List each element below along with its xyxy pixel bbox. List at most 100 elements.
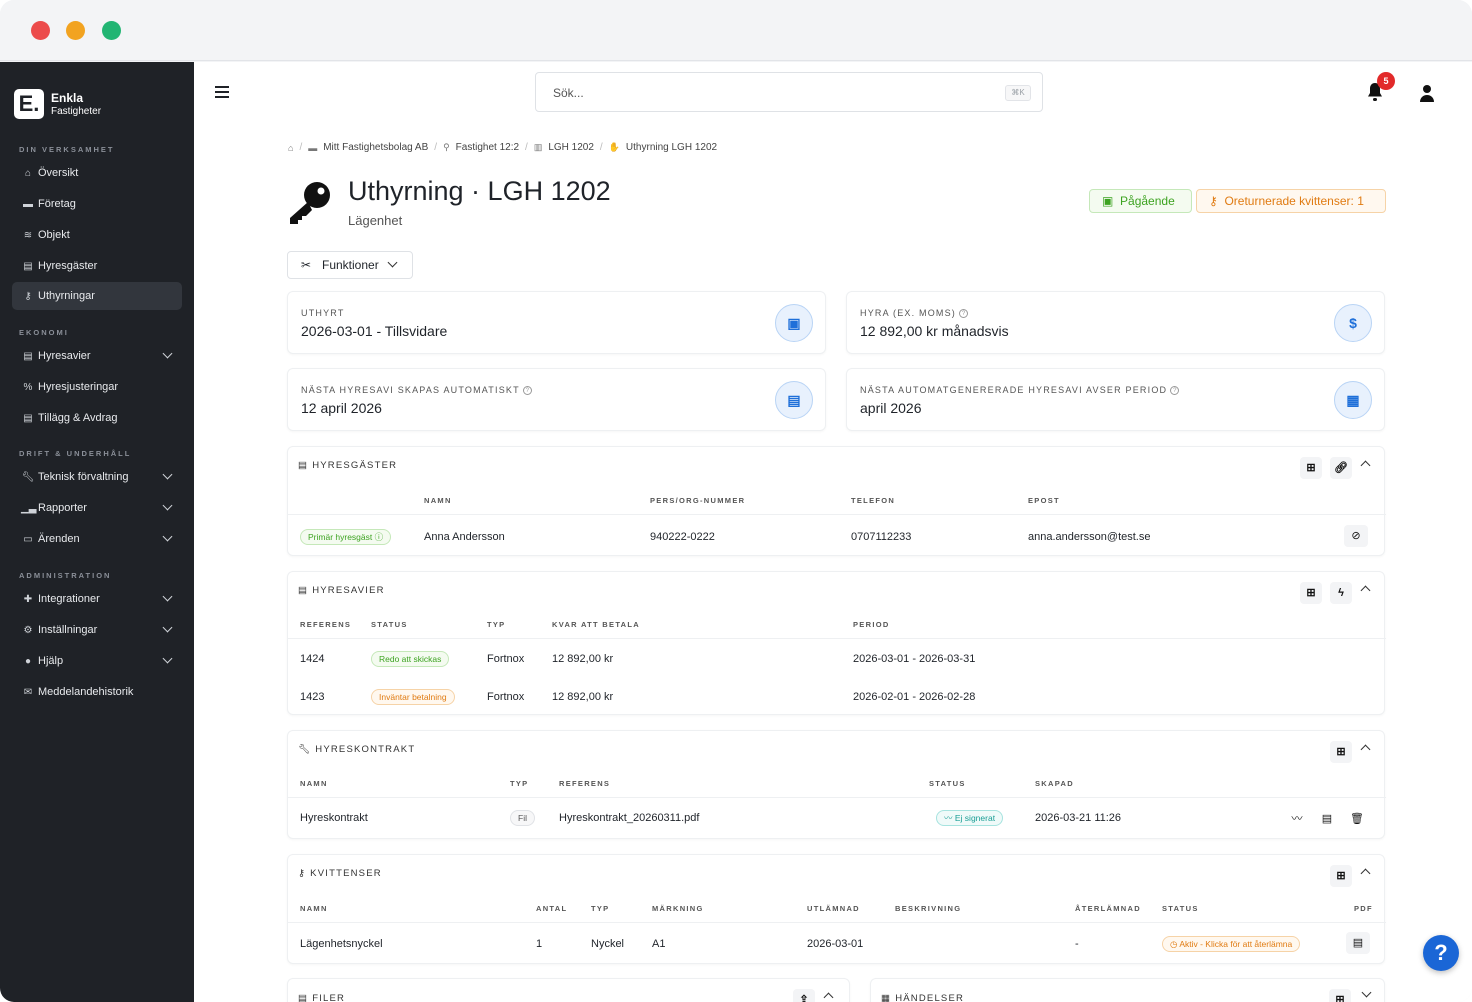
minimize-window-button[interactable] xyxy=(66,21,85,40)
briefcase-icon: ▬ xyxy=(308,142,318,153)
panel-title: FILER xyxy=(312,993,346,1002)
sidebar-item-label: Företag xyxy=(38,198,76,210)
search-input[interactable]: Sök... ⌘K xyxy=(535,72,1043,112)
add-event-button[interactable]: ⊞ xyxy=(1329,989,1351,1002)
briefcase-icon: ▬ xyxy=(23,198,33,210)
sidebar-item-objekt[interactable]: ≋ Objekt xyxy=(12,221,182,249)
contract-type-badge: Fil xyxy=(510,810,535,826)
sidebar-item-foretag[interactable]: ▬ Företag xyxy=(12,190,182,218)
sidebar-item-hyresjusteringar[interactable]: % Hyresjusteringar xyxy=(12,373,182,401)
signature-icon[interactable]: 〰 xyxy=(1285,808,1309,830)
upload-icon[interactable]: ⇪ xyxy=(793,989,815,1002)
chevron-up-icon[interactable] xyxy=(1360,744,1371,755)
unreturned-receipts-badge[interactable]: ⚷ Oreturnerade kvittenser: 1 xyxy=(1196,189,1386,213)
invoice-status-badge: Inväntar betalning xyxy=(371,689,455,705)
maximize-window-button[interactable] xyxy=(102,21,121,40)
invoice-ref[interactable]: 1424 xyxy=(300,653,324,665)
sidebar-item-rapporter[interactable]: ▁▃ Rapporter xyxy=(12,494,182,522)
sidebar-item-label: Hyresjusteringar xyxy=(38,381,119,393)
help-icon[interactable]: ? xyxy=(522,386,532,395)
tenant-phone: 0707112233 xyxy=(851,531,912,543)
help-icon[interactable]: ? xyxy=(959,309,969,318)
breadcrumb: ⌂ / ▬ Mitt Fastighetsbolag AB / ⚲ Fastighet … xyxy=(288,142,718,153)
sidebar-item-label: Översikt xyxy=(38,167,79,179)
file-download-icon[interactable]: ▤ xyxy=(1315,808,1339,830)
sidebar-item-hjalp[interactable]: ● Hjälp xyxy=(12,647,182,675)
logo[interactable]: E. xyxy=(14,89,44,119)
sidebar-item-label: Meddelandehistorik xyxy=(38,686,134,698)
key-icon xyxy=(290,182,330,224)
invoice-period: 2026-03-01 - 2026-03-31 xyxy=(853,653,976,665)
document-icon: ▤ xyxy=(23,350,33,362)
stat-label: NÄSTA AUTOMATGENERERADE HYRESAVI AVSER P… xyxy=(860,385,1168,395)
chevron-up-icon[interactable] xyxy=(823,992,834,1002)
receipt-name: Lägenhetsnyckel xyxy=(300,938,383,950)
home-icon[interactable]: ⌂ xyxy=(288,143,293,153)
add-receipt-button[interactable]: ⊞ xyxy=(1330,865,1352,887)
functions-button[interactable]: ✂ Funktioner xyxy=(287,251,413,279)
invoice-ref[interactable]: 1423 xyxy=(300,691,324,703)
help-button[interactable]: ? xyxy=(1423,935,1459,971)
add-invoice-button[interactable]: ⊞ xyxy=(1300,582,1322,604)
column-header: TYP xyxy=(487,620,506,629)
column-header: TYP xyxy=(591,904,610,913)
sidebar-section-title: DRIFT & UNDERHÅLL xyxy=(19,449,132,458)
sidebar-item-meddelandehistorik[interactable]: ✉ Meddelandehistorik xyxy=(12,678,182,706)
sidebar-item-oversikt[interactable]: ⌂ Översikt xyxy=(12,159,182,187)
sidebar-item-arenden[interactable]: ▭ Ärenden xyxy=(12,525,182,553)
column-header: UTLÄMNAD xyxy=(807,904,860,913)
unlink-icon[interactable]: ⊘ xyxy=(1344,525,1368,547)
chevron-up-icon[interactable] xyxy=(1360,460,1371,471)
column-header: NAMN xyxy=(300,904,328,913)
chevron-up-icon[interactable] xyxy=(1360,585,1371,596)
sidebar-item-hyresavier[interactable]: ▤ Hyresavier xyxy=(12,342,182,370)
files-panel: ▤ FILER ⇪ xyxy=(287,978,850,1002)
sidebar-item-integrationer[interactable]: ✚ Integrationer xyxy=(12,585,182,613)
column-header: TELEFON xyxy=(851,496,896,505)
breadcrumb-item[interactable]: LGH 1202 xyxy=(548,142,594,153)
add-tenant-button[interactable]: ⊞ xyxy=(1300,457,1322,479)
close-window-button[interactable] xyxy=(31,21,50,40)
sidebar-section-title: DIN VERKSAMHET xyxy=(19,145,115,154)
receipt-status-button[interactable]: ◷ Aktiv - Klicka för att återlämna xyxy=(1162,936,1301,952)
link-icon[interactable]: 🔗︎ xyxy=(1330,457,1352,479)
column-header: PERS/ORG-NUMMER xyxy=(650,496,746,505)
wrench-icon: 🔧︎ xyxy=(298,744,312,755)
contract-ref[interactable]: Hyreskontrakt_20260311.pdf xyxy=(559,812,699,824)
stat-label: UTHYRT xyxy=(301,308,345,318)
invoice-due: 12 892,00 kr xyxy=(552,691,614,703)
document-icon: ▤ xyxy=(298,585,309,596)
column-header: PERIOD xyxy=(853,620,890,629)
menu-toggle-icon[interactable] xyxy=(215,86,229,98)
invoice-type: Fortnox xyxy=(487,653,525,665)
bolt-icon[interactable]: ϟ xyxy=(1330,582,1352,604)
sidebar-item-tillagg-avdrag[interactable]: ▤ Tillägg & Avdrag xyxy=(12,404,182,432)
stat-value: 2026-03-01 - Tillsvidare xyxy=(301,323,448,339)
sidebar-item-teknisk-forvaltning[interactable]: 🔧︎ Teknisk förvaltning xyxy=(12,463,182,491)
chevron-down-icon xyxy=(162,653,173,664)
trash-icon[interactable]: 🗑︎ xyxy=(1345,808,1369,830)
chart-icon: ▁▃ xyxy=(21,502,37,514)
chevron-up-icon[interactable] xyxy=(1360,868,1371,879)
column-header: REFERENS xyxy=(300,620,352,629)
breadcrumb-item[interactable]: Mitt Fastighetsbolag AB xyxy=(323,142,428,153)
clock-icon: ◷ xyxy=(1170,939,1178,949)
add-contract-button[interactable]: ⊞ xyxy=(1330,741,1352,763)
badge-label: Ej signerat xyxy=(954,813,996,823)
pdf-icon[interactable]: ▤ xyxy=(1346,932,1370,954)
stat-value: 12 april 2026 xyxy=(301,400,382,416)
chevron-down-icon[interactable] xyxy=(1361,987,1372,998)
user-icon[interactable] xyxy=(1419,84,1435,102)
breadcrumb-item[interactable]: Fastighet 12:2 xyxy=(456,142,519,153)
sidebar-item-hyresgaster[interactable]: ▤ Hyresgäster xyxy=(12,252,182,280)
main-content: Sök... ⌘K 5 ⌂ / ▬ Mitt Fastighetsbolag AB /… xyxy=(194,62,1472,1002)
app-window: E. Enkla Fastigheter DIN VERKSAMHET ⌂ Öve… xyxy=(0,0,1472,1002)
page-subtitle: Lägenhet xyxy=(348,213,403,228)
sidebar-item-installningar[interactable]: ⚙ Inställningar xyxy=(12,616,182,644)
stat-label: HYRA (EX. MOMS) xyxy=(860,308,957,318)
help-icon[interactable]: ? xyxy=(1170,386,1180,395)
tenant-name[interactable]: Anna Andersson xyxy=(424,531,505,543)
sidebar-item-uthyrningar[interactable]: ⚷ Uthyrningar xyxy=(12,282,182,310)
contract-name[interactable]: Hyreskontrakt xyxy=(300,812,368,824)
sidebar-section-title: EKONOMI xyxy=(19,328,69,337)
